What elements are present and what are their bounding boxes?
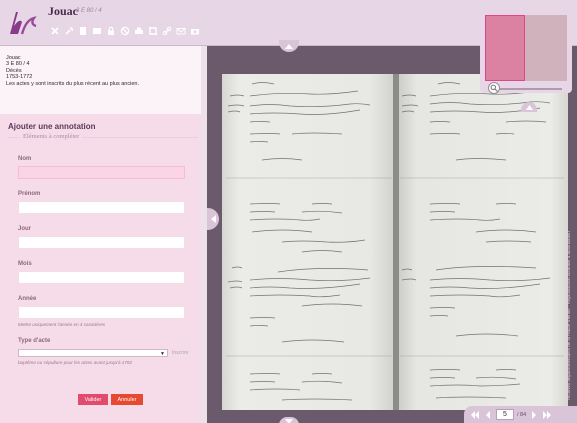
chevron-down-icon: [285, 418, 293, 423]
document-info: Jouac 3 E 80 / 4 Décès 1753-1772 Les act…: [0, 46, 206, 93]
camera-icon[interactable]: [190, 25, 200, 37]
nom-input[interactable]: [18, 166, 185, 179]
jour-label: Jour: [18, 226, 32, 232]
page-navigator: 5 / 84: [464, 406, 577, 423]
type-acte-other-label: Inscrire: [172, 350, 189, 356]
jour-input[interactable]: [18, 236, 185, 249]
print-icon[interactable]: [134, 25, 144, 37]
mois-label: Mois: [18, 261, 32, 267]
previous-page-icon[interactable]: [483, 410, 493, 420]
section-title: Eléments à compléter: [20, 133, 83, 140]
next-page-icon[interactable]: [529, 410, 539, 420]
logo-icon: [10, 12, 37, 35]
bottom-collapse-handle[interactable]: [279, 417, 299, 423]
link-icon[interactable]: [162, 25, 172, 37]
annee-label: Année: [18, 296, 37, 302]
chevron-up-icon: [285, 44, 293, 49]
annotation-heading: Ajouter une annotation: [8, 122, 96, 131]
page-total: / 84: [517, 411, 527, 418]
first-page-icon[interactable]: [470, 410, 480, 420]
mois-input[interactable]: [18, 271, 185, 284]
page-number-input[interactable]: 5: [496, 409, 514, 420]
annee-hint: Mettre uniquement l'année en 4 caractère…: [18, 322, 106, 327]
thumbnail-viewport[interactable]: [485, 15, 525, 81]
annee-input[interactable]: [18, 306, 185, 319]
crop-icon[interactable]: [148, 25, 158, 37]
last-page-icon[interactable]: [542, 410, 552, 420]
document-icon[interactable]: [78, 25, 88, 37]
type-acte-hint: baptême ou sépulture pour les actes avan…: [18, 360, 133, 365]
sidebar-panel: Jouac 3 E 80 / 4 Décès 1753-1772 Les act…: [0, 46, 207, 423]
page-gutter: [393, 74, 399, 410]
handwritten-text-image: [226, 82, 392, 401]
toolbar-icons: [50, 25, 200, 37]
mail-icon[interactable]: [176, 25, 186, 37]
navigator-thumbnail[interactable]: [480, 10, 572, 94]
forbidden-icon[interactable]: [120, 25, 130, 37]
document-title: Jouac: [48, 4, 78, 18]
chevron-up-icon: [525, 104, 533, 110]
chevron-down-icon: ▼: [160, 351, 165, 357]
type-acte-label: Type d'acte: [18, 338, 51, 344]
chevron-left-icon: [211, 215, 216, 223]
register-page-image[interactable]: [222, 74, 568, 410]
prenom-label: Prénom: [18, 191, 41, 197]
handwritten-text-image: [400, 82, 564, 399]
nom-label: Nom: [18, 156, 32, 162]
thumbnail-collapse-handle[interactable]: [521, 102, 537, 112]
right-page: [396, 74, 568, 410]
annotation-form: Ajouter une annotation Eléments à complé…: [0, 114, 206, 423]
prenom-input[interactable]: [18, 201, 185, 214]
info-line-note: Les actes y sont inscrits du plus récent…: [6, 80, 139, 87]
zoom-slider[interactable]: [492, 88, 562, 90]
validate-button[interactable]: Valider: [78, 394, 108, 405]
left-page: [222, 74, 396, 410]
side-credit: Archives départementales de la Haute-Vie…: [566, 231, 571, 400]
fields-section: Eléments à compléter Nom Prénom Jour Moi…: [8, 133, 198, 417]
zoom-icon[interactable]: [488, 82, 500, 94]
document-reference: 3 E 80 / 4: [76, 8, 102, 14]
close-icon[interactable]: [50, 25, 60, 37]
rectangle-icon[interactable]: [92, 25, 102, 37]
lock-icon[interactable]: [106, 25, 116, 37]
type-acte-select[interactable]: ▼: [18, 349, 168, 357]
cancel-button[interactable]: Annuler: [111, 394, 143, 405]
wrench-icon[interactable]: [64, 25, 74, 37]
